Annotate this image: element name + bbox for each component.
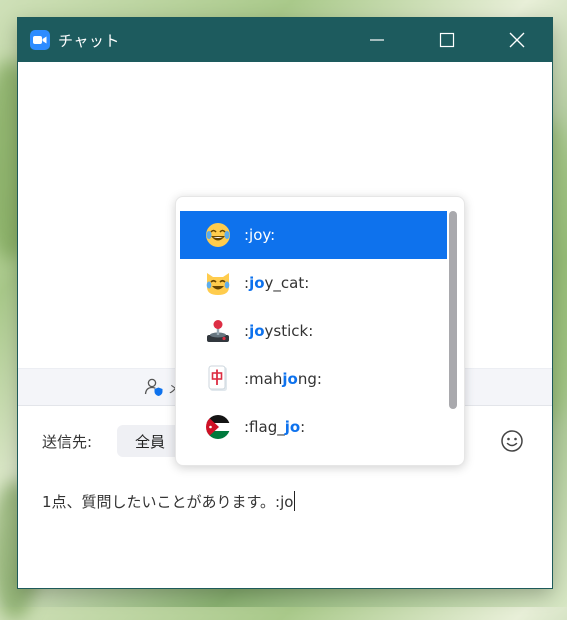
suggestion-label: :joy: <box>244 226 276 244</box>
window-title: チャット <box>58 31 120 50</box>
suggestion-label: :joystick: <box>244 322 314 340</box>
minimize-icon <box>370 39 384 41</box>
emoji-picker-icon[interactable] <box>500 429 524 453</box>
message-text: 1点、質問したいことがあります。:jo <box>42 493 294 511</box>
maximize-button[interactable] <box>412 18 482 62</box>
joy-emoji-icon <box>204 221 232 249</box>
joy-cat-emoji-icon <box>204 269 232 297</box>
user-shield-icon <box>144 378 163 396</box>
close-button[interactable] <box>482 18 552 62</box>
emoji-suggestion-joy-cat[interactable]: :joy_cat: <box>180 259 447 307</box>
emoji-suggestion-joystick[interactable]: :joystick: <box>180 307 447 355</box>
jordan-flag-emoji-icon <box>204 413 232 441</box>
close-icon <box>509 32 525 48</box>
emoji-suggestion-joy[interactable]: :joy: <box>180 211 447 259</box>
popup-scrollbar-thumb[interactable] <box>449 211 457 409</box>
zoom-app-icon <box>30 30 50 50</box>
title-bar: チャット <box>18 18 552 62</box>
recipient-label: 送信先: <box>42 433 93 451</box>
recipient-value: 全員 <box>135 432 166 451</box>
maximize-icon <box>439 32 455 48</box>
suggestion-label: :flag_jo: <box>244 418 306 436</box>
suggestion-label: :mahjong: <box>244 370 322 388</box>
suggestion-label: :joy_cat: <box>244 274 310 292</box>
mahjong-emoji-icon <box>204 365 232 393</box>
emoji-suggestion-mahjong[interactable]: :mahjong: <box>180 355 447 403</box>
emoji-autocomplete-popup: :joy: :joy_cat: :joystick::mahjong::fl… <box>175 196 465 466</box>
minimize-button[interactable] <box>342 18 412 62</box>
text-caret <box>294 491 296 511</box>
emoji-suggestion-flag-jo[interactable]: :flag_jo: <box>180 403 447 451</box>
popup-scrollbar[interactable] <box>447 209 459 449</box>
message-input[interactable]: 1点、質問したいことがあります。:jo <box>42 491 296 512</box>
joystick-emoji-icon <box>204 317 232 345</box>
